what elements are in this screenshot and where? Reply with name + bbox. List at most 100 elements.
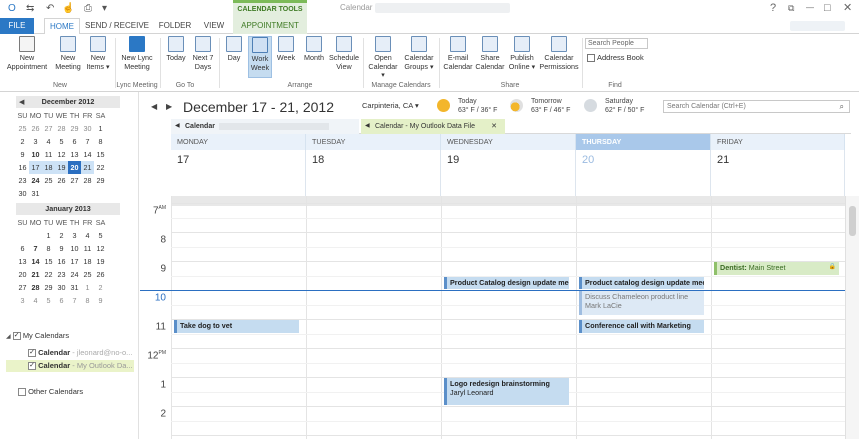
date-cell[interactable]: 1 (42, 229, 55, 242)
appointment[interactable]: Dentist: Main Street 🔒 (714, 262, 839, 275)
date-cell[interactable]: 28 (55, 122, 68, 135)
calendar-item-2[interactable]: ✓ Calendar - My Outlook Da... (6, 360, 134, 372)
date-cell[interactable]: 5 (42, 294, 55, 307)
date-cell[interactable]: 9 (55, 242, 68, 255)
date-cell[interactable]: 16 (55, 255, 68, 268)
date-cell[interactable]: 18 (42, 161, 55, 174)
date-cell[interactable]: 21 (29, 268, 42, 281)
date-cell[interactable]: 5 (94, 229, 107, 242)
new-meeting-button[interactable]: New Meeting (52, 36, 84, 71)
date-cell[interactable]: 7 (68, 294, 81, 307)
appointment[interactable]: Logo redesign brainstorming Jaryl Leonard (444, 378, 569, 405)
weather-location-dropdown[interactable]: Carpinteria, CA ▾ (362, 101, 419, 110)
date-cell[interactable]: 23 (16, 174, 29, 187)
date-cell[interactable]: 12 (94, 242, 107, 255)
my-calendars-group[interactable]: ◢ ✓ My Calendars (6, 330, 69, 342)
date-cell[interactable]: 30 (81, 122, 94, 135)
tab-home[interactable]: HOME (44, 18, 80, 35)
date-cell[interactable]: 27 (42, 122, 55, 135)
date-cell[interactable]: 25 (42, 174, 55, 187)
date-cell[interactable]: 24 (29, 174, 42, 187)
new-lync-meeting-button[interactable]: New Lync Meeting (118, 36, 156, 71)
date-cell[interactable]: 29 (42, 281, 55, 294)
date-cell[interactable]: 25 (81, 268, 94, 281)
customize-qat-icon[interactable]: ▾ (102, 3, 107, 15)
date-cell[interactable]: 17 (68, 255, 81, 268)
calendar-2-checkbox[interactable]: ✓ (28, 362, 36, 371)
day-header-monday[interactable]: MONDAY (171, 134, 306, 150)
date-cell[interactable]: 19 (94, 255, 107, 268)
search-calendar-input[interactable]: Search Calendar (Ctrl+E) ⌕ (663, 100, 850, 113)
calendar-permissions-button[interactable]: Calendar Permissions (538, 36, 580, 71)
other-calendars-checkbox[interactable] (18, 388, 26, 397)
maximize-button[interactable]: □ (824, 2, 831, 14)
date-cell[interactable]: 11 (42, 148, 55, 161)
date-cell[interactable]: 27 (68, 174, 81, 187)
date-cell[interactable]: 8 (42, 242, 55, 255)
date-cell[interactable]: 14 (29, 255, 42, 268)
date-cell[interactable]: 5 (55, 135, 68, 148)
date-cell[interactable]: 2 (94, 281, 107, 294)
address-book-button[interactable]: Address Book (587, 53, 644, 63)
date-cell[interactable]: 30 (55, 281, 68, 294)
search-icon[interactable]: ⌕ (840, 101, 844, 112)
date-cell[interactable]: 28 (81, 174, 94, 187)
date-cell[interactable]: 1 (81, 281, 94, 294)
date-cell[interactable]: 19 (55, 161, 68, 174)
scrollbar-thumb[interactable] (849, 206, 856, 236)
date-cell[interactable]: 17 (29, 161, 42, 174)
date-cell[interactable]: 6 (68, 135, 81, 148)
date-cell[interactable]: 20 (16, 268, 29, 281)
other-calendars-group[interactable]: Other Calendars (18, 386, 83, 398)
next-7-days-button[interactable]: Next 7 Days (190, 36, 216, 71)
next-week-button[interactable]: ▶ (166, 102, 172, 111)
date-cell[interactable]: 7 (29, 242, 42, 255)
day-number-21[interactable]: 21 (711, 150, 845, 196)
date-cell[interactable]: 24 (68, 268, 81, 281)
ribbon-display-options-button[interactable]: ⧉ (788, 2, 794, 14)
share-calendar-button[interactable]: Share Calendar (474, 36, 506, 71)
date-cell[interactable]: 29 (68, 122, 81, 135)
date-cell[interactable]: 14 (81, 148, 94, 161)
calendar-tab-outlook-data-file[interactable]: ◀ Calendar - My Outlook Data File ✕ (361, 119, 505, 134)
date-cell[interactable]: 11 (81, 242, 94, 255)
date-cell[interactable]: 4 (29, 294, 42, 307)
search-people-input[interactable]: Search People (585, 38, 648, 49)
publish-online-button[interactable]: Publish Online ▾ (506, 36, 538, 71)
tab-view[interactable]: VIEW (198, 18, 230, 34)
day-header-thursday[interactable]: THURSDAY (576, 134, 711, 150)
month-view-button[interactable]: Month (300, 36, 328, 63)
date-cell[interactable]: 4 (42, 135, 55, 148)
open-calendar-button[interactable]: Open Calendar ▾ (366, 36, 400, 80)
time-grid[interactable]: 7AM 8 9 10 11 12PM 1 2 Dentist: Main Street 🔒 Pro… (140, 196, 845, 439)
minimize-button[interactable]: — (806, 2, 814, 14)
calendar-1-checkbox[interactable]: ✓ (28, 349, 36, 358)
day-header-tuesday[interactable]: TUESDAY (306, 134, 441, 150)
date-cell[interactable]: 16 (16, 161, 29, 174)
appointment[interactable]: Discuss Chameleon product line Mark LaCie (579, 291, 704, 315)
all-day-area[interactable] (171, 196, 845, 206)
work-week-view-button[interactable]: Work Week (248, 36, 272, 78)
date-cell[interactable]: 10 (29, 148, 42, 161)
day-view-button[interactable]: Day (222, 36, 246, 63)
tab-folder[interactable]: FOLDER (154, 18, 196, 34)
date-cell[interactable]: 1 (94, 122, 107, 135)
date-cell[interactable]: 15 (94, 148, 107, 161)
appointment[interactable]: Product Catalog design update meet (444, 277, 569, 289)
date-cell[interactable]: 6 (55, 294, 68, 307)
collapse-triangle-icon[interactable]: ◢ (6, 334, 11, 340)
today-button[interactable]: Today (163, 36, 189, 63)
day-number-19[interactable]: 19 (441, 150, 576, 196)
date-cell[interactable]: 8 (94, 135, 107, 148)
new-items-button[interactable]: New Items ▾ (84, 36, 112, 71)
close-button[interactable]: ✕ (843, 2, 852, 14)
today-date-cell[interactable]: 20 (68, 161, 81, 174)
date-cell[interactable]: 22 (94, 161, 107, 174)
date-cell[interactable]: 2 (55, 229, 68, 242)
date-cell[interactable]: 3 (29, 135, 42, 148)
date-cell[interactable]: 7 (81, 135, 94, 148)
tab-file[interactable]: FILE (0, 18, 34, 34)
undo-icon[interactable]: ↶ (46, 3, 54, 15)
date-cell[interactable]: 31 (29, 187, 42, 200)
appointment[interactable]: Conference call with Marketing (579, 320, 704, 333)
